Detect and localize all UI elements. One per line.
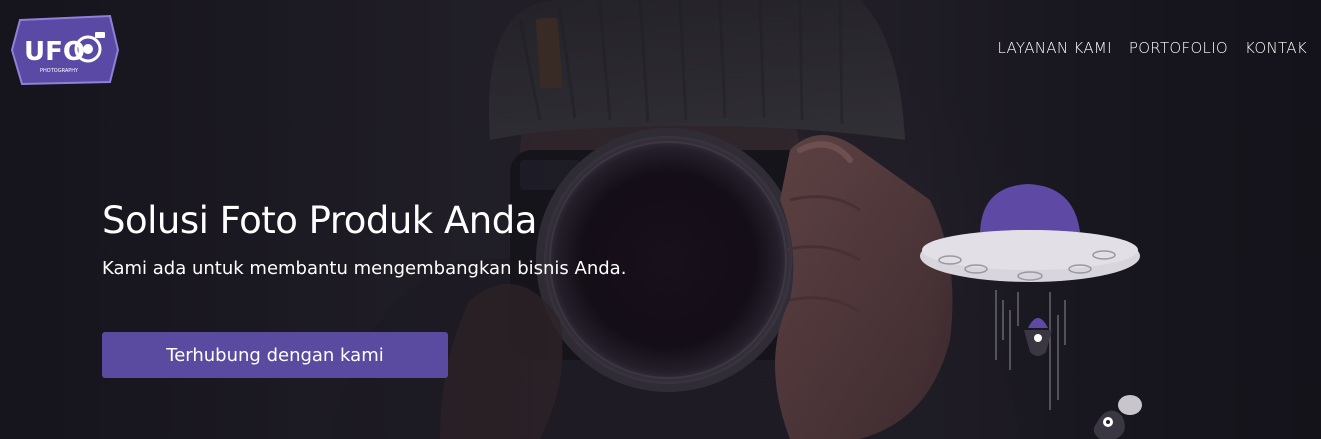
- hero-headline: Solusi Foto Produk Anda: [102, 199, 537, 242]
- hero-subheadline: Kami ada untuk membantu mengembangkan bi…: [102, 258, 627, 279]
- hero-section: UFO PHOTOGRAPHY LAYANAN KAMI PORTOFOLIO …: [0, 0, 1321, 439]
- ufo-illustration: [920, 184, 1142, 439]
- contact-us-button[interactable]: Terhubung dengan kami: [102, 332, 448, 378]
- logo-tagline: PHOTOGRAPHY: [40, 68, 79, 74]
- nav-item-portofolio[interactable]: PORTOFOLIO: [1129, 39, 1228, 57]
- main-nav: LAYANAN KAMI PORTOFOLIO KONTAK: [998, 39, 1307, 57]
- nav-item-layanan-kami[interactable]: LAYANAN KAMI: [998, 39, 1112, 57]
- nav-item-kontak[interactable]: KONTAK: [1245, 39, 1307, 57]
- camera-hexagon-logo[interactable]: UFO PHOTOGRAPHY: [10, 12, 120, 86]
